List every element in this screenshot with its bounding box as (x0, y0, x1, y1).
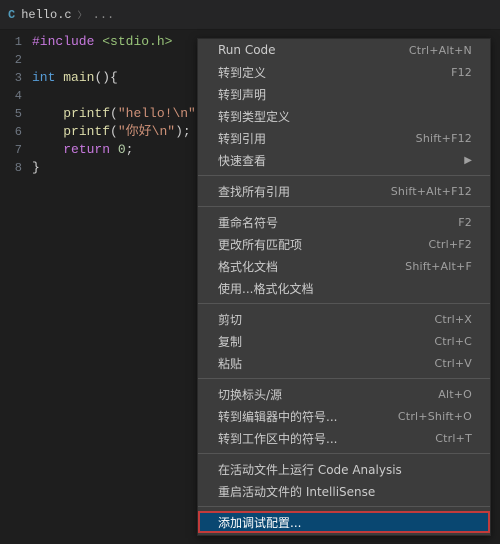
menu-item-shortcut: Ctrl+X (434, 313, 472, 326)
menu-item-label: 转到引用 (218, 130, 266, 147)
file-type-icon: C (8, 8, 15, 22)
line-number-gutter: 1 2 3 4 5 6 7 8 (0, 30, 32, 544)
menu-item-label: 转到工作区中的符号... (218, 430, 337, 447)
menu-item-label: 查找所有引用 (218, 183, 290, 200)
line-number: 4 (0, 87, 22, 105)
menu-item-label: 复制 (218, 333, 242, 350)
menu-item[interactable]: 剪切 Ctrl+X (198, 308, 490, 330)
menu-item-shortcut: Ctrl+V (434, 357, 472, 370)
menu-item-label: Run Code (218, 43, 276, 57)
menu-item[interactable]: 转到类型定义 (198, 105, 490, 127)
menu-item-label: 转到类型定义 (218, 108, 290, 125)
menu-item-label: 剪切 (218, 311, 242, 328)
menu-item-label: 重命名符号 (218, 214, 278, 231)
menu-item-shortcut: Shift+Alt+F12 (391, 185, 472, 198)
breadcrumb-ellipsis[interactable]: ... (93, 8, 115, 22)
menu-item[interactable]: 转到声明 (198, 83, 490, 105)
menu-separator (198, 206, 490, 207)
menu-item-label: 重启活动文件的 IntelliSense (218, 483, 375, 500)
menu-item[interactable]: 切换标头/源 Alt+O (198, 383, 490, 405)
menu-separator (198, 175, 490, 176)
menu-item[interactable]: 格式化文档 Shift+Alt+F (198, 255, 490, 277)
menu-item-shortcut: Shift+Alt+F (405, 260, 472, 273)
menu-item[interactable]: 使用...格式化文档 (198, 277, 490, 299)
menu-item-shortcut: F12 (451, 66, 472, 79)
menu-item-label: 转到定义 (218, 64, 266, 81)
menu-item[interactable]: 复制 Ctrl+C (198, 330, 490, 352)
menu-item[interactable]: 查找所有引用 Shift+Alt+F12 (198, 180, 490, 202)
menu-separator (198, 303, 490, 304)
menu-item-label: 粘贴 (218, 355, 242, 372)
chevron-right-icon: 〉 (78, 8, 87, 21)
menu-item[interactable]: 转到定义 F12 (198, 61, 490, 83)
menu-item[interactable]: 在活动文件上运行 Code Analysis (198, 458, 490, 480)
context-menu: Run Code Ctrl+Alt+N 转到定义 F12 转到声明转到类型定义转到引用 S… (197, 38, 491, 536)
menu-item-label: 转到声明 (218, 86, 266, 103)
menu-item-label: 更改所有匹配项 (218, 236, 302, 253)
chevron-right-icon: ▶ (454, 155, 472, 166)
menu-item[interactable]: 快速查看 ▶ (198, 149, 490, 171)
line-number: 1 (0, 33, 22, 51)
menu-separator (198, 506, 490, 507)
menu-separator (198, 453, 490, 454)
menu-item-shortcut: Shift+F12 (416, 132, 472, 145)
menu-item-label: 使用...格式化文档 (218, 280, 313, 297)
line-number: 5 (0, 105, 22, 123)
menu-item-label: 转到编辑器中的符号... (218, 408, 337, 425)
menu-item[interactable]: 转到工作区中的符号... Ctrl+T (198, 427, 490, 449)
menu-item-shortcut: Ctrl+Shift+O (398, 410, 472, 423)
menu-item[interactable]: 添加调试配置... (198, 511, 490, 533)
menu-item[interactable]: 更改所有匹配项 Ctrl+F2 (198, 233, 490, 255)
line-number: 7 (0, 141, 22, 159)
menu-item-label: 在活动文件上运行 Code Analysis (218, 461, 402, 478)
menu-item-label: 切换标头/源 (218, 386, 282, 403)
menu-item-shortcut: Ctrl+F2 (428, 238, 472, 251)
line-number: 3 (0, 69, 22, 87)
menu-separator (198, 378, 490, 379)
menu-item[interactable]: 重命名符号 F2 (198, 211, 490, 233)
line-number: 2 (0, 51, 22, 69)
line-number: 8 (0, 159, 22, 177)
menu-item[interactable]: 粘贴 Ctrl+V (198, 352, 490, 374)
menu-item[interactable]: 重启活动文件的 IntelliSense (198, 480, 490, 502)
tab-filename[interactable]: hello.c (21, 8, 71, 22)
menu-item-shortcut: Alt+O (438, 388, 472, 401)
menu-item[interactable]: 转到编辑器中的符号... Ctrl+Shift+O (198, 405, 490, 427)
menu-item-shortcut: Ctrl+C (434, 335, 472, 348)
menu-item-label: 快速查看 (218, 152, 266, 169)
menu-item-shortcut: Ctrl+Alt+N (409, 44, 472, 57)
menu-item-shortcut: F2 (458, 216, 472, 229)
menu-item-label: 添加调试配置... (218, 514, 301, 531)
menu-item[interactable]: Run Code Ctrl+Alt+N (198, 39, 490, 61)
menu-item-shortcut: Ctrl+T (435, 432, 472, 445)
menu-item[interactable]: 转到引用 Shift+F12 (198, 127, 490, 149)
menu-item-label: 格式化文档 (218, 258, 278, 275)
tab-bar: C hello.c 〉 ... (0, 0, 500, 30)
line-number: 6 (0, 123, 22, 141)
